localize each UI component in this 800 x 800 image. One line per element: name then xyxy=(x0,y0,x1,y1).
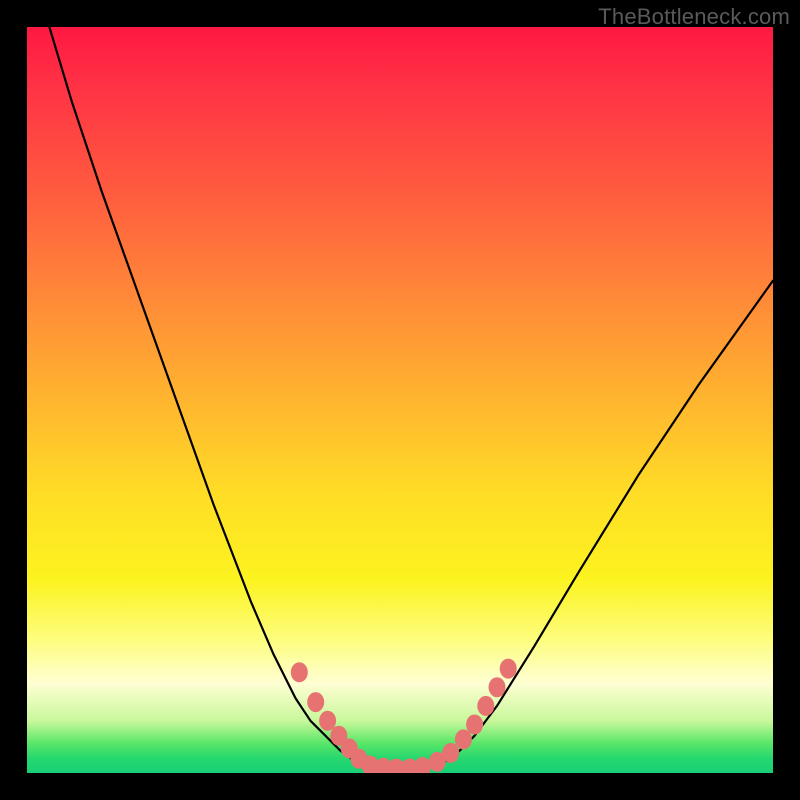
marker-dot xyxy=(455,729,472,749)
marker-dot xyxy=(466,715,483,735)
marker-dot xyxy=(291,662,308,682)
watermark-text: TheBottleneck.com xyxy=(598,4,790,30)
marker-dot xyxy=(414,757,431,773)
marker-dot xyxy=(442,743,459,763)
curve-path xyxy=(49,27,773,769)
chart-frame: TheBottleneck.com xyxy=(0,0,800,800)
marker-dot xyxy=(319,711,336,731)
marker-dot xyxy=(307,692,324,712)
marker-dot xyxy=(489,677,506,697)
chart-svg xyxy=(27,27,773,773)
plot-area xyxy=(27,27,773,773)
marker-dot xyxy=(477,696,494,716)
marker-dot xyxy=(500,659,517,679)
